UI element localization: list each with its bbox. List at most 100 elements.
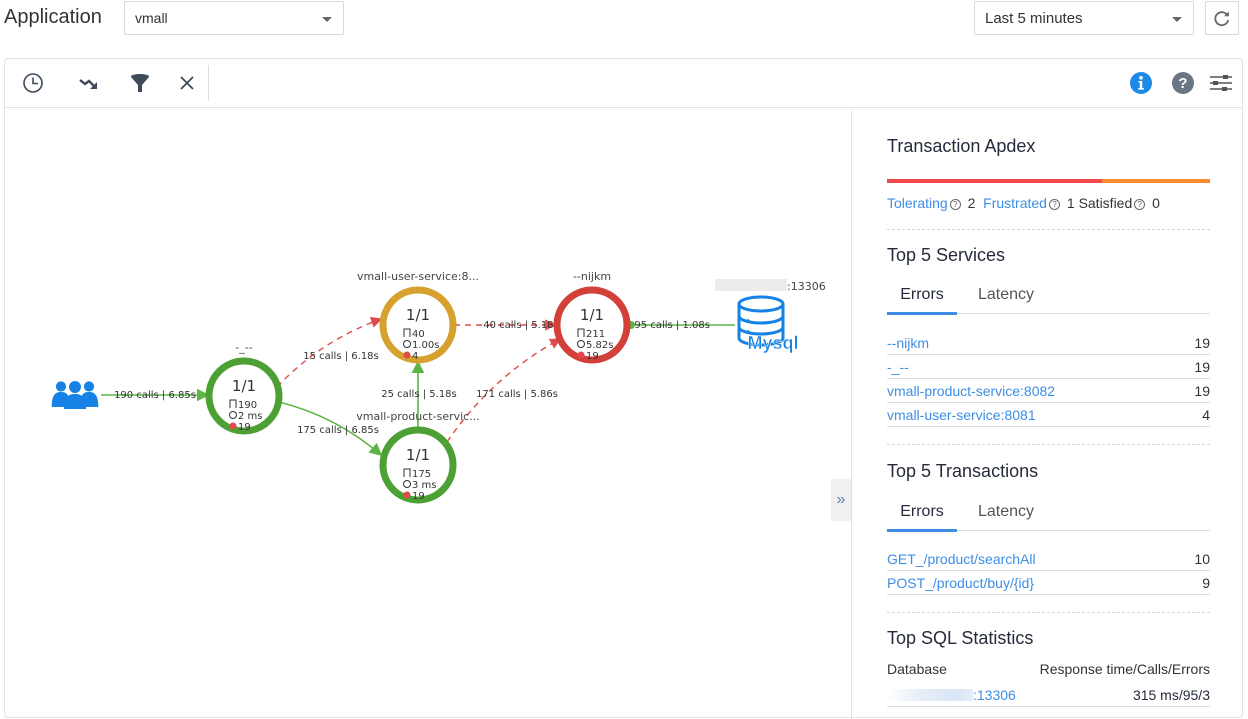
application-select[interactable]: vmall xyxy=(124,1,344,35)
list-row-name-link[interactable]: POST_/product/buy/{id} xyxy=(887,575,1034,591)
redacted-address xyxy=(715,279,787,291)
list-row-name-link[interactable]: --nijkm xyxy=(887,335,929,351)
frustrated-value: 1 xyxy=(1066,195,1075,211)
edge-label: 171 calls | 5.86s xyxy=(476,389,558,400)
svg-text:?: ? xyxy=(1178,75,1187,92)
help-button[interactable]: ? xyxy=(1169,69,1197,97)
divider xyxy=(887,229,1210,230)
topology-graph: 190 calls | 6.85s 15 calls | 6.18s 175 cal… xyxy=(5,109,851,719)
list-row-value: 4 xyxy=(1202,406,1210,423)
top-services-list: --nijkm 19 -_-- 19 vmall-product-service:808… xyxy=(887,331,1210,427)
top-services-title: Top 5 Services xyxy=(887,245,1006,265)
clock-icon xyxy=(23,73,43,93)
database-icon[interactable] xyxy=(737,295,785,313)
topology-panel: ? 190 calls | 6.85s 15 calls | 6.18s 175 c… xyxy=(4,58,1243,719)
list-row: -_-- 19 xyxy=(887,355,1210,379)
filter-icon xyxy=(131,74,149,92)
list-row-value: 19 xyxy=(1194,334,1210,351)
chevron-down-icon xyxy=(322,17,332,22)
edge-label: 40 calls | 5.18s xyxy=(483,320,559,331)
top-sql-title: Top SQL Statistics xyxy=(887,628,1034,648)
list-row: --nijkm 19 xyxy=(887,331,1210,355)
divider xyxy=(887,444,1210,445)
satisfied-value: 0 xyxy=(1152,195,1160,211)
refresh-icon xyxy=(1214,11,1230,27)
service-node-calls: 175 xyxy=(412,469,431,480)
sql-database-port: :13306 xyxy=(973,686,1016,703)
time-range-select[interactable]: Last 5 minutes xyxy=(974,1,1194,35)
service-node-name: vmall-product-servic... xyxy=(356,410,479,423)
users-icon[interactable] xyxy=(55,381,67,392)
tab-services-latency[interactable]: Latency xyxy=(978,286,1034,304)
redacted-address xyxy=(887,688,973,701)
list-row-name-link[interactable]: vmall-user-service:8081 xyxy=(887,407,1036,423)
tab-transactions-latency[interactable]: Latency xyxy=(978,503,1034,521)
service-node-errors: 19 xyxy=(412,491,425,502)
satisfied-label: Satisfied xyxy=(1078,195,1133,211)
help-circle-icon[interactable]: ? xyxy=(949,199,961,210)
active-tab-indicator xyxy=(887,529,957,532)
tolerating-link[interactable]: Tolerating xyxy=(887,195,948,211)
service-node-calls: 190 xyxy=(238,400,257,411)
service-node-calls: 211 xyxy=(586,329,605,340)
summary-sidebar: Transaction Apdex Tolerating? 2 Frustrat… xyxy=(851,109,1243,719)
display-settings-button[interactable] xyxy=(1207,69,1235,97)
service-node-latency: 1.00s xyxy=(412,340,439,351)
bug-icon xyxy=(577,351,585,359)
edge-label: 25 calls | 5.18s xyxy=(381,389,457,400)
bug-icon xyxy=(403,351,411,359)
apdex-title: Transaction Apdex xyxy=(887,136,1036,156)
trend-down-icon xyxy=(79,79,97,89)
service-node-ratio: 1/1 xyxy=(406,446,430,464)
help-circle-icon[interactable]: ? xyxy=(1134,199,1146,210)
sql-table-header: Database Response time/Calls/Errors xyxy=(887,661,1210,677)
apdex-bar xyxy=(887,179,1210,183)
application-select-value: vmall xyxy=(135,10,168,26)
info-button[interactable] xyxy=(1127,69,1155,97)
active-tab-indicator xyxy=(887,312,957,315)
tab-transactions-errors[interactable]: Errors xyxy=(887,503,957,521)
trend-tool-button[interactable] xyxy=(75,69,103,97)
time-tool-button[interactable] xyxy=(19,69,47,97)
toolbar-divider xyxy=(208,65,209,101)
list-row-value: 10 xyxy=(1194,550,1210,567)
help-icon: ? xyxy=(1172,72,1194,94)
sql-col-metrics: Response time/Calls/Errors xyxy=(1039,661,1210,677)
divider xyxy=(887,612,1210,613)
tab-services-errors[interactable]: Errors xyxy=(887,286,957,304)
top-transactions-tabs: Errors Latency xyxy=(887,501,1210,532)
list-row: vmall-user-service:8081 4 xyxy=(887,403,1210,427)
list-row: GET_/product/searchAll 10 xyxy=(887,547,1210,571)
users-icon[interactable] xyxy=(69,381,81,393)
service-node-ratio: 1/1 xyxy=(580,306,604,324)
top-services-tabs: Errors Latency xyxy=(887,284,1210,315)
clear-tool-button[interactable] xyxy=(173,69,201,97)
help-circle-icon[interactable]: ? xyxy=(1048,199,1060,210)
database-label: Mysql xyxy=(747,333,798,353)
list-row-name-link[interactable]: vmall-product-service:8082 xyxy=(887,383,1055,399)
settings-sliders-icon xyxy=(1210,75,1232,91)
service-node-latency: 2 ms xyxy=(238,411,263,422)
service-node-errors: 19 xyxy=(238,422,251,433)
topology-canvas[interactable]: 190 calls | 6.85s 15 calls | 6.18s 175 cal… xyxy=(5,109,851,719)
filter-tool-button[interactable] xyxy=(126,69,154,97)
sql-database-link[interactable]: :13306 xyxy=(887,687,1016,703)
list-row: POST_/product/buy/{id} 9 xyxy=(887,571,1210,595)
list-row-name-link[interactable]: -_-- xyxy=(887,359,909,375)
service-node-name: --nijkm xyxy=(573,270,611,283)
collapse-sidebar-button[interactable]: » xyxy=(831,479,851,521)
list-row-name-link[interactable]: GET_/product/searchAll xyxy=(887,551,1036,567)
time-range-value: Last 5 minutes xyxy=(985,10,1083,27)
double-chevron-right-icon: » xyxy=(836,491,846,508)
close-icon xyxy=(180,76,194,90)
frustrated-link[interactable]: Frustrated xyxy=(983,195,1047,211)
users-icon[interactable] xyxy=(83,381,95,392)
service-node-latency: 5.82s xyxy=(586,340,613,351)
service-node-errors: 19 xyxy=(586,351,599,362)
sql-col-database: Database xyxy=(887,661,947,677)
refresh-button[interactable] xyxy=(1205,1,1239,35)
application-label: Application xyxy=(4,6,102,28)
sql-metrics-value: 315 ms/95/3 xyxy=(1132,686,1210,703)
apdex-bar-tolerating xyxy=(1102,179,1210,183)
apdex-bar-frustrated xyxy=(887,179,1103,183)
